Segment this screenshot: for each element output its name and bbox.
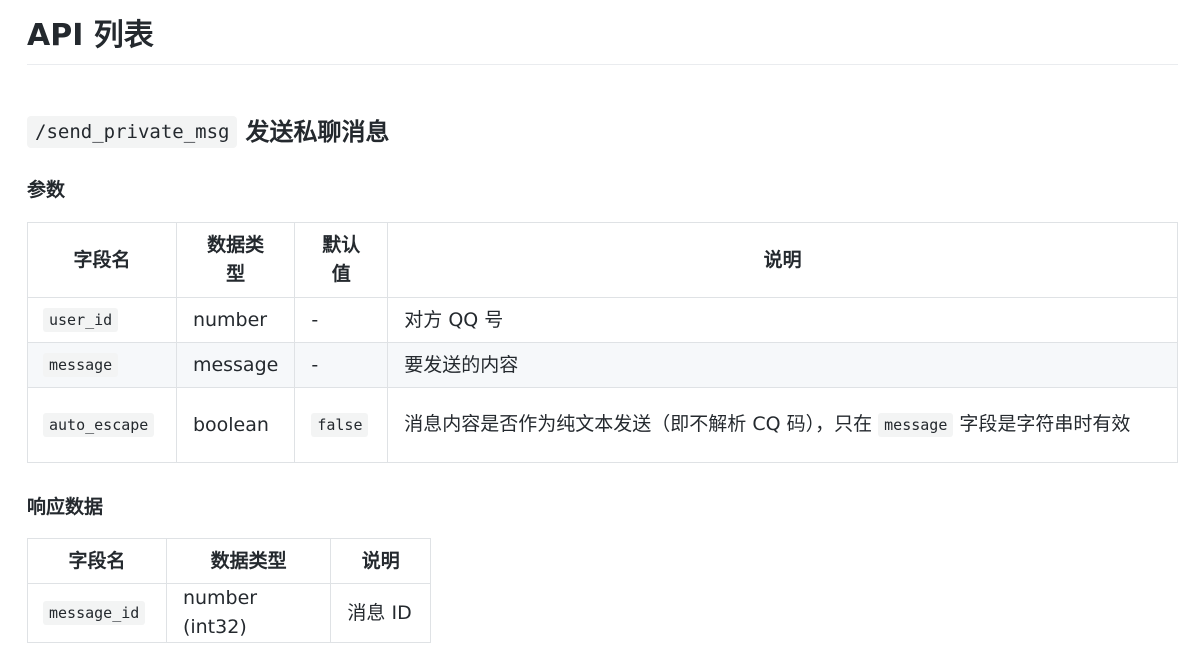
param-type: boolean: [175, 387, 296, 463]
response-header-desc: 说明: [330, 538, 431, 584]
response-field: message_id: [27, 583, 167, 643]
param-default: -: [294, 342, 389, 388]
param-desc: 对方 QQ 号: [387, 297, 1178, 343]
param-field: message: [27, 342, 177, 388]
param-desc: 要发送的内容: [387, 342, 1178, 388]
params-header-desc: 说明: [387, 222, 1178, 298]
params-table: 字段名 数据类型 默认值 说明 user_id number - 对方 QQ 号…: [27, 222, 1178, 463]
param-default: -: [294, 297, 389, 343]
params-heading: 参数: [27, 179, 66, 201]
response-header-type: 数据类型: [165, 538, 332, 584]
param-field: auto_escape: [27, 387, 177, 463]
response-desc: 消息 ID: [330, 583, 431, 643]
param-type: message: [175, 342, 296, 388]
table-row: message_id number (int32) 消息 ID: [27, 583, 431, 643]
table-row: user_id number - 对方 QQ 号: [27, 297, 1178, 343]
param-field: user_id: [27, 297, 177, 343]
response-heading: 响应数据: [27, 496, 104, 518]
response-table: 字段名 数据类型 说明 message_id number (int32) 消息…: [27, 538, 431, 643]
table-row: auto_escape boolean false 消息内容是否作为纯文本发送（…: [27, 387, 1178, 463]
response-table-header-row: 字段名 数据类型 说明: [27, 538, 431, 584]
endpoint-heading: /send_private_msg 发送私聊消息: [27, 114, 389, 150]
page-title: API 列表: [27, 0, 1178, 65]
response-type: number (int32): [165, 583, 332, 643]
params-header-default: 默认值: [294, 222, 389, 298]
params-table-header-row: 字段名 数据类型 默认值 说明: [27, 222, 1178, 298]
table-row: message message - 要发送的内容: [27, 342, 1178, 388]
param-type: number: [175, 297, 296, 343]
document-page: API 列表 /send_private_msg 发送私聊消息 参数 字段名 数…: [27, 0, 1178, 643]
param-default: false: [294, 387, 389, 463]
endpoint-path: /send_private_msg: [27, 116, 238, 148]
params-header-type: 数据类型: [175, 222, 296, 298]
response-header-field: 字段名: [27, 538, 167, 584]
param-desc: 消息内容是否作为纯文本发送（即不解析 CQ 码），只在 message 字段是字…: [387, 387, 1178, 463]
params-header-field: 字段名: [27, 222, 177, 298]
endpoint-title: 发送私聊消息: [245, 118, 390, 146]
